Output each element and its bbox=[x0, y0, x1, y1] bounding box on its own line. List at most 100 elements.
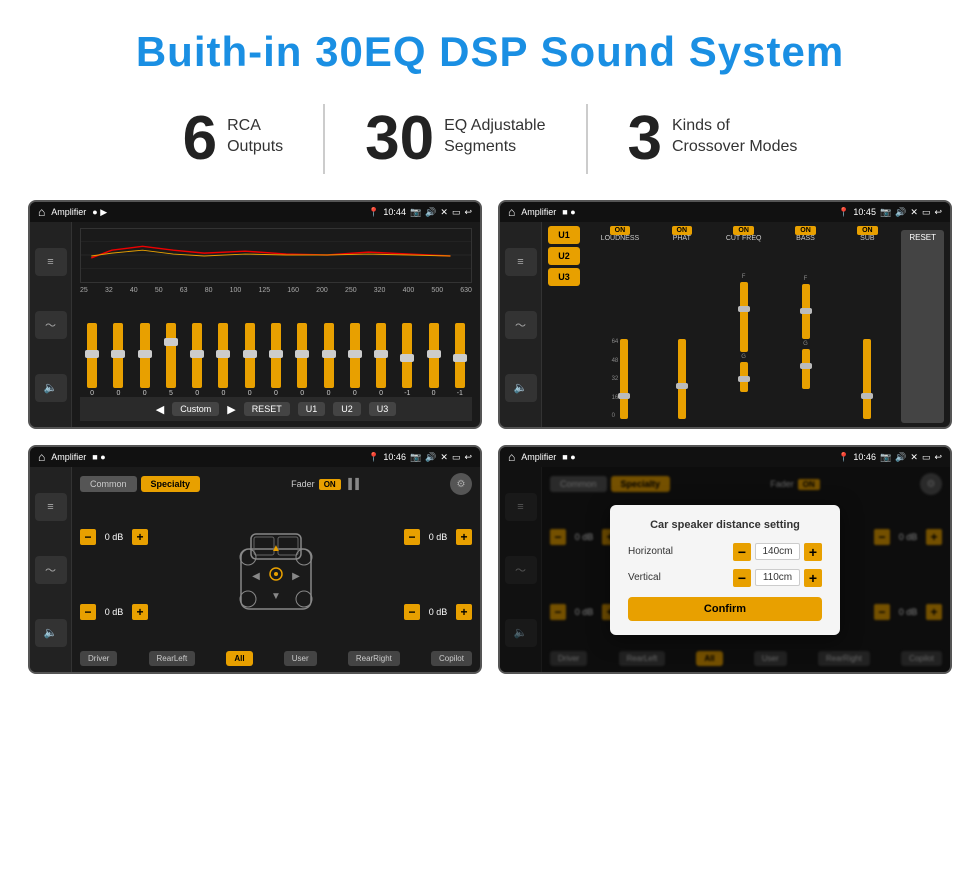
eq-fader-6[interactable]: 0 bbox=[245, 323, 255, 397]
horizontal-value: 140cm bbox=[755, 543, 800, 560]
btn-all[interactable]: All bbox=[226, 651, 252, 666]
eq-fader-10[interactable]: 0 bbox=[350, 323, 360, 397]
preset-u3[interactable]: U3 bbox=[548, 268, 580, 286]
eq-fader-13[interactable]: 0 bbox=[429, 323, 439, 397]
eq-fader-5[interactable]: 0 bbox=[218, 323, 228, 397]
speaker-icon-btn-3[interactable]: 🔈 bbox=[35, 619, 67, 647]
svg-text:▼: ▼ bbox=[271, 591, 281, 602]
eq-fader-4[interactable]: 0 bbox=[192, 323, 202, 397]
confirm-button[interactable]: Confirm bbox=[628, 597, 822, 621]
eq-icon-btn[interactable]: ≡ bbox=[35, 248, 67, 276]
speaker-icon-btn[interactable]: 🔈 bbox=[35, 374, 67, 402]
db-value-tl: 0 dB bbox=[100, 532, 128, 542]
eq-sliders: 0 0 0 5 0 0 0 0 0 0 0 0 -1 0 -1 bbox=[80, 298, 472, 397]
eq-fader-14[interactable]: -1 bbox=[455, 323, 465, 397]
plus-btn-bl[interactable]: + bbox=[132, 604, 148, 620]
back-icon-2: ↩ bbox=[934, 207, 942, 218]
u3-btn-1[interactable]: U3 bbox=[369, 402, 397, 416]
prev-btn[interactable]: ◀ bbox=[156, 403, 164, 416]
label-sub: SUB bbox=[860, 235, 874, 242]
wave-icon-btn-3[interactable]: 〜 bbox=[35, 556, 67, 584]
eq-fader-11[interactable]: 0 bbox=[376, 323, 386, 397]
stat-eq: 30 EQ Adjustable Segments bbox=[325, 108, 585, 170]
app-name-3: Amplifier bbox=[51, 452, 86, 462]
home-icon-4: ⌂ bbox=[508, 450, 515, 464]
btn-rearright[interactable]: RearRight bbox=[348, 651, 400, 666]
fader-body: − 0 dB + − 0 dB + bbox=[80, 501, 472, 647]
reset-btn-1[interactable]: RESET bbox=[244, 402, 290, 416]
ch-loudness: ON LOUDNESS 644832160 bbox=[590, 226, 650, 423]
btn-copilot[interactable]: Copilot bbox=[431, 651, 472, 666]
eq-main: 253240506380100125160200250320400500630 … bbox=[72, 222, 480, 427]
ch-sub: ON SUB bbox=[837, 226, 897, 423]
eq-screen-content: ≡ 〜 🔈 bbox=[30, 222, 480, 427]
eq-fader-3[interactable]: 5 bbox=[166, 323, 176, 397]
x-icon-4: ✕ bbox=[910, 452, 918, 463]
u2-btn-1[interactable]: U2 bbox=[333, 402, 361, 416]
on-bass[interactable]: ON bbox=[795, 226, 816, 235]
eq-bottom-bar: ◀ Custom ▶ RESET U1 U2 U3 bbox=[80, 397, 472, 421]
status-bar-2: ⌂ Amplifier ■ ● 📍 10:45 📷 🔊 ✕ ▭ ↩ bbox=[500, 202, 950, 222]
minus-btn-bl[interactable]: − bbox=[80, 604, 96, 620]
cam-icon: 📷 bbox=[410, 207, 421, 218]
eq-fader-0[interactable]: 0 bbox=[87, 323, 97, 397]
vol-icon-3: 🔊 bbox=[425, 452, 436, 463]
stat-text-rca: RCA Outputs bbox=[227, 108, 283, 158]
wave-icon-btn-2[interactable]: 〜 bbox=[505, 311, 537, 339]
pin-icon-3: 📍 bbox=[368, 452, 379, 463]
ch-cutfreq: ON CUT FREQ F G bbox=[714, 226, 774, 423]
label-loudness: LOUDNESS bbox=[601, 235, 640, 242]
rect-icon-3: ▭ bbox=[452, 452, 461, 463]
custom-btn[interactable]: Custom bbox=[172, 402, 219, 416]
status-bar-4: ⌂ Amplifier ■ ● 📍 10:46 📷 🔊 ✕ ▭ ↩ bbox=[500, 447, 950, 467]
u1-btn-1[interactable]: U1 bbox=[298, 402, 326, 416]
eq-chart bbox=[80, 228, 472, 283]
eq-icon-btn-3[interactable]: ≡ bbox=[35, 493, 67, 521]
plus-btn-tl[interactable]: + bbox=[132, 529, 148, 545]
on-loudness[interactable]: ON bbox=[610, 226, 631, 235]
time-1: 10:44 bbox=[383, 207, 406, 217]
horizontal-minus-btn[interactable]: − bbox=[733, 543, 751, 561]
tab-specialty-3[interactable]: Specialty bbox=[141, 476, 201, 492]
back-icon-3: ↩ bbox=[464, 452, 472, 463]
screen-fader: ⌂ Amplifier ■ ● 📍 10:46 📷 🔊 ✕ ▭ ↩ ≡ 〜 🔈 bbox=[28, 445, 482, 674]
db-control-bl: − 0 dB + bbox=[80, 604, 148, 620]
left-sidebar-2: ≡ 〜 🔈 bbox=[500, 222, 542, 427]
eq-fader-9[interactable]: 0 bbox=[324, 323, 334, 397]
on-sub[interactable]: ON bbox=[857, 226, 878, 235]
eq-fader-12[interactable]: -1 bbox=[402, 323, 412, 397]
plus-btn-br[interactable]: + bbox=[456, 604, 472, 620]
horizontal-plus-btn[interactable]: + bbox=[804, 543, 822, 561]
x-icon-2: ✕ bbox=[910, 207, 918, 218]
tab-common-3[interactable]: Common bbox=[80, 476, 137, 492]
on-cutfreq[interactable]: ON bbox=[733, 226, 754, 235]
vertical-plus-btn[interactable]: + bbox=[804, 569, 822, 587]
wave-icon-btn[interactable]: 〜 bbox=[35, 311, 67, 339]
eq-fader-2[interactable]: 0 bbox=[140, 323, 150, 397]
settings-icon[interactable]: ⚙ bbox=[450, 473, 472, 495]
preset-u2[interactable]: U2 bbox=[548, 247, 580, 265]
minus-btn-tr[interactable]: − bbox=[404, 529, 420, 545]
fader-on-badge[interactable]: ON bbox=[319, 479, 341, 490]
vertical-minus-btn[interactable]: − bbox=[733, 569, 751, 587]
home-icon-3: ⌂ bbox=[38, 450, 45, 464]
svg-text:▲: ▲ bbox=[271, 543, 281, 554]
next-btn[interactable]: ▶ bbox=[227, 403, 235, 416]
speaker-icon-btn-2[interactable]: 🔈 bbox=[505, 374, 537, 402]
btn-driver[interactable]: Driver bbox=[80, 651, 117, 666]
btn-user[interactable]: User bbox=[284, 651, 317, 666]
preset-u1[interactable]: U1 bbox=[548, 226, 580, 244]
on-phat[interactable]: ON bbox=[672, 226, 693, 235]
eq-fader-8[interactable]: 0 bbox=[297, 323, 307, 397]
btn-rearleft[interactable]: RearLeft bbox=[149, 651, 196, 666]
eq-fader-1[interactable]: 0 bbox=[113, 323, 123, 397]
eq-fader-7[interactable]: 0 bbox=[271, 323, 281, 397]
plus-btn-tr[interactable]: + bbox=[456, 529, 472, 545]
fader-left-controls: − 0 dB + − 0 dB + bbox=[80, 501, 148, 647]
minus-btn-tl[interactable]: − bbox=[80, 529, 96, 545]
eq-icon-btn-2[interactable]: ≡ bbox=[505, 248, 537, 276]
dialog-title: Car speaker distance setting bbox=[628, 519, 822, 531]
reset-btn-2[interactable]: RESET bbox=[901, 230, 944, 423]
minus-btn-br[interactable]: − bbox=[404, 604, 420, 620]
crossover-content: ≡ 〜 🔈 U1 U2 U3 ON LOUDNESS bbox=[500, 222, 950, 427]
